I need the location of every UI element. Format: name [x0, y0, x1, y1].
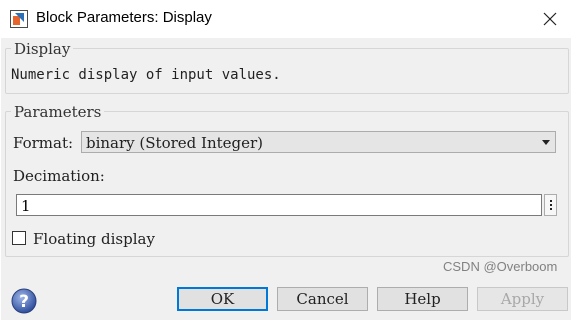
close-button[interactable]: [536, 6, 564, 32]
window-title: Block Parameters: Display: [36, 9, 212, 26]
help-button[interactable]: Help: [377, 287, 468, 311]
block-description: Numeric display of input values.: [11, 67, 281, 83]
description-legend: Display: [11, 41, 74, 58]
close-icon: [543, 12, 557, 26]
format-label: Format:: [13, 134, 74, 152]
floating-display-label[interactable]: Floating display: [33, 230, 155, 248]
simulink-block-icon: [10, 10, 28, 28]
decimation-input[interactable]: 1: [16, 194, 542, 216]
svg-text:?: ?: [19, 292, 29, 312]
parameters-legend: Parameters: [11, 104, 105, 121]
apply-button[interactable]: Apply: [477, 287, 568, 311]
title-bar: Block Parameters: Display: [0, 0, 572, 38]
format-dropdown[interactable]: binary (Stored Integer): [81, 131, 556, 153]
watermark-text: CSDN @Overboom: [443, 259, 558, 274]
more-options-button[interactable]: [544, 194, 557, 216]
decimation-label: Decimation:: [13, 167, 105, 185]
format-selected-value: binary (Stored Integer): [86, 134, 264, 152]
help-icon[interactable]: ?: [11, 288, 37, 314]
more-dots-icon: [549, 200, 552, 202]
floating-display-checkbox[interactable]: [12, 231, 26, 245]
cancel-button[interactable]: Cancel: [277, 287, 368, 311]
ok-button[interactable]: OK: [177, 287, 268, 311]
decimation-value: 1: [21, 197, 31, 215]
dropdown-arrow-icon: [542, 140, 550, 145]
dialog-body: Display Numeric display of input values.…: [1, 38, 571, 320]
